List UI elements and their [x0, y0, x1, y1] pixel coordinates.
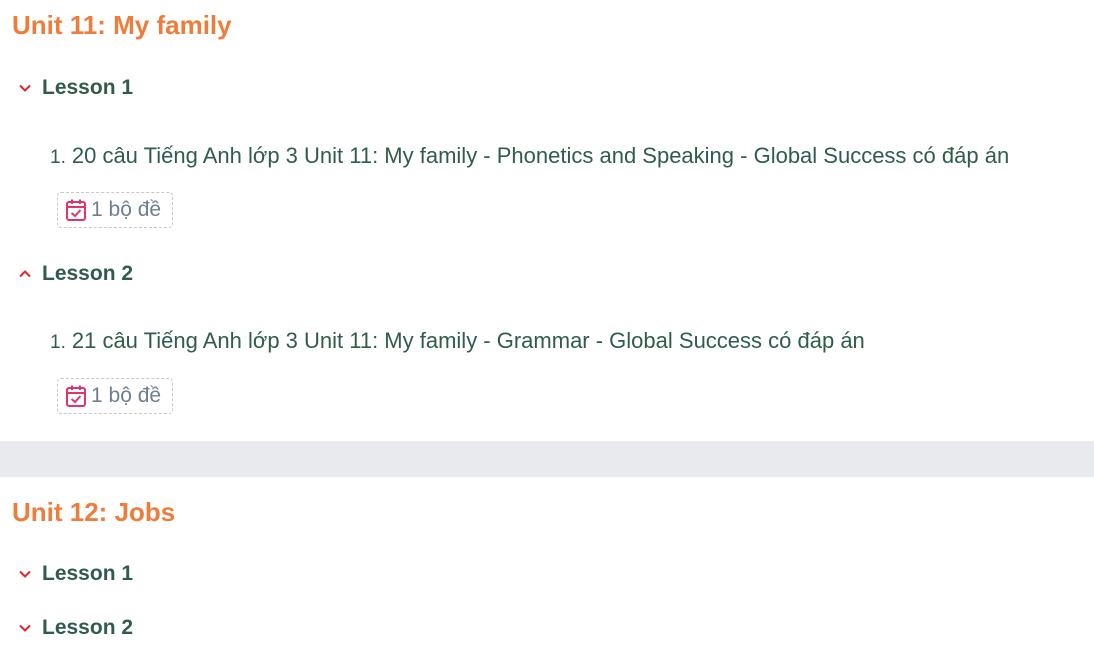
quiz-link[interactable]: 20 câu Tiếng Anh lớp 3 Unit 11: My famil… — [72, 143, 1009, 169]
quiz-link[interactable]: 21 câu Tiếng Anh lớp 3 Unit 11: My famil… — [72, 328, 865, 354]
lesson-label: Lesson 1 — [42, 562, 134, 585]
item-number: 1. — [50, 332, 66, 353]
lesson-1-toggle[interactable]: Lesson 1 — [16, 74, 133, 102]
chevron-down-icon — [16, 619, 34, 637]
lesson-2-toggle[interactable]: Lesson 2 — [16, 614, 133, 642]
lesson-label: Lesson 2 — [42, 262, 134, 285]
lesson-2-toggle[interactable]: Lesson 2 — [16, 260, 133, 288]
unit-title: Unit 12: Jobs — [12, 497, 176, 527]
quiz-count-badge[interactable]: 1 bộ đề — [57, 378, 173, 414]
section-divider — [0, 441, 1094, 477]
chevron-up-icon — [16, 265, 34, 283]
calendar-check-icon — [66, 385, 86, 407]
quiz-count-badge[interactable]: 1 bộ đề — [57, 192, 173, 228]
badge-label: 1 bộ đề — [91, 198, 162, 221]
list-item: 1. 20 câu Tiếng Anh lớp 3 Unit 11: My fa… — [50, 143, 1009, 169]
lesson-1-toggle[interactable]: Lesson 1 — [16, 560, 133, 588]
calendar-check-icon — [66, 199, 86, 221]
lesson-label: Lesson 1 — [42, 76, 134, 99]
list-item: 1. 21 câu Tiếng Anh lớp 3 Unit 11: My fa… — [50, 328, 865, 354]
chevron-down-icon — [16, 79, 34, 97]
chevron-down-icon — [16, 565, 34, 583]
lesson-label: Lesson 2 — [42, 616, 134, 639]
page: Unit 11: My family Lesson 1 1. 20 câu Ti… — [0, 0, 1094, 656]
unit-title: Unit 11: My family — [12, 10, 232, 40]
item-number: 1. — [50, 147, 66, 168]
badge-label: 1 bộ đề — [91, 384, 162, 407]
